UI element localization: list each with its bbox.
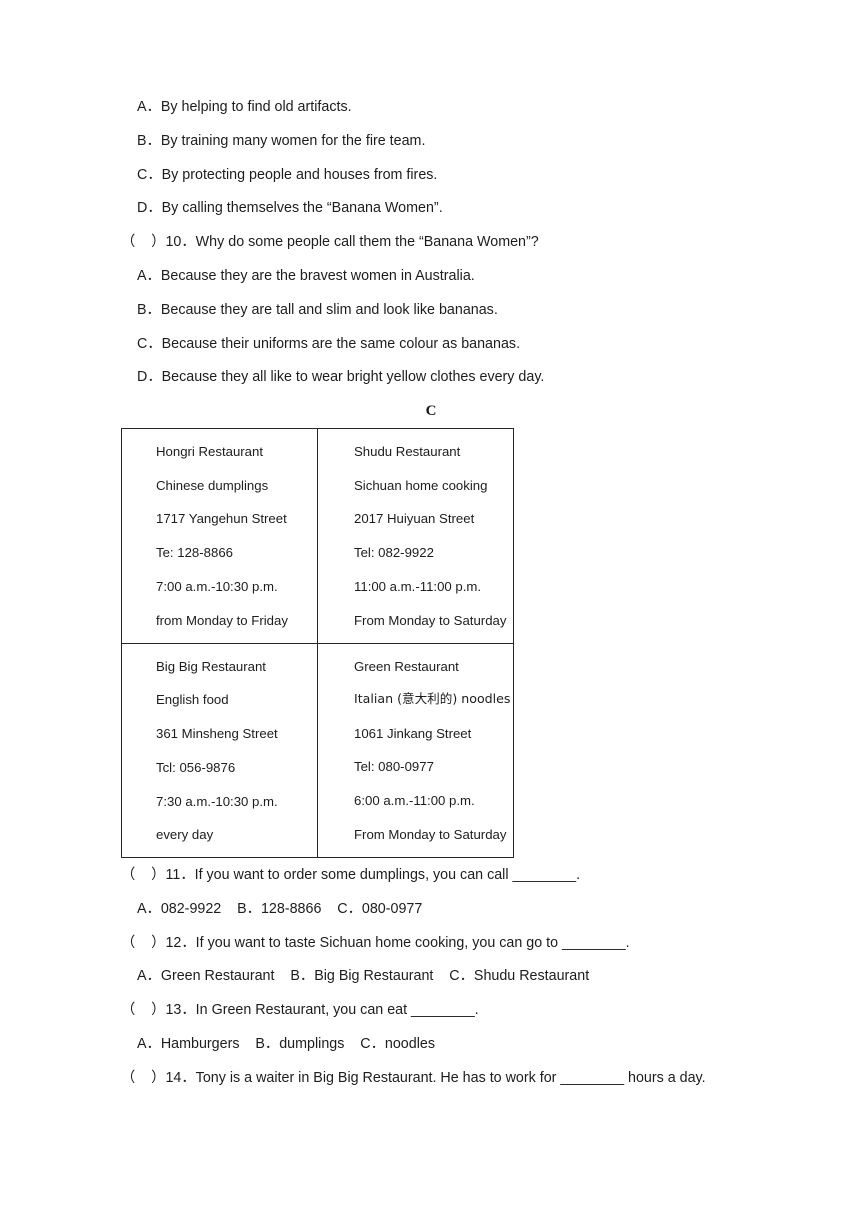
restaurant-phone: Te: 128-8866: [156, 545, 233, 561]
option-line: A．Because they are the bravest women in …: [137, 267, 475, 284]
option-line: B．By training many women for the fire te…: [137, 132, 426, 149]
restaurant-phone: Tcl: 056-9876: [156, 759, 236, 775]
restaurant-hours: 11:00 a.m.-11:00 p.m.: [354, 578, 482, 594]
restaurant-hours: 7:00 a.m.-10:30 p.m.: [156, 578, 278, 594]
option-line: D．Because they all like to wear bright y…: [137, 369, 545, 386]
restaurant-cuisine: English food: [156, 692, 229, 708]
restaurant-hours: 7:30 a.m.-10:30 p.m.: [156, 793, 278, 809]
question-10-stem: （ ）10．Why do some people call them the “…: [121, 234, 539, 251]
question-14-stem: （ ）14．Tony is a waiter in Big Big Restau…: [121, 1069, 706, 1086]
restaurant-hours: 6:00 a.m.-11:00 p.m.: [354, 792, 475, 808]
option-line: C．Because their uniforms are the same co…: [137, 335, 521, 352]
restaurant-days: From Monday to Saturday: [354, 612, 507, 628]
option-line: A．By helping to find old artifacts.: [137, 99, 352, 115]
restaurant-phone: Tel: 080-0977: [354, 759, 434, 775]
restaurant-days: From Monday to Saturday: [354, 826, 507, 842]
option-line: B．Because they are tall and slim and loo…: [137, 301, 498, 318]
restaurant-name: Big Big Restaurant: [156, 658, 266, 674]
restaurant-name: Green Restaurant: [354, 658, 459, 674]
restaurant-phone: Tel: 082-9922: [354, 545, 434, 561]
document-page: A．By helping to find old artifacts. B．By…: [0, 0, 860, 1216]
restaurant-cuisine: Chinese dumplings: [156, 477, 269, 493]
restaurant-address: 1061 Jinkang Street: [354, 725, 472, 741]
questions-11-to-14: （ ）11．If you want to order some dumpling…: [121, 868, 781, 1105]
option-line: D．By calling themselves the “Banana Wome…: [137, 200, 443, 217]
table-cell-big-big-restaurant: Big Big Restaurant English food 361 Mins…: [121, 642, 318, 859]
restaurant-name: Hongri Restaurant: [156, 444, 264, 459]
restaurant-days: from Monday to Friday: [156, 612, 288, 628]
restaurant-name: Shudu Restaurant: [354, 444, 461, 459]
question-13-options: A．Hamburgers B．dumplings C．noodles: [137, 1035, 435, 1052]
restaurant-cuisine: Italian (意大利的) noodles: [354, 691, 511, 707]
restaurant-address: 1717 Yangehun Street: [156, 511, 287, 527]
question-11-options: A．082-9922 B．128-8866 C．080-0977: [137, 900, 423, 917]
question-12-options: A．Green Restaurant B．Big Big Restaurant …: [137, 968, 590, 985]
restaurant-days: every day: [156, 827, 214, 843]
table-cell-shudu-restaurant: Shudu Restaurant Sichuan home cooking 20…: [317, 428, 514, 644]
option-line: C．By protecting people and houses from f…: [137, 166, 438, 183]
question-11-stem: （ ）11．If you want to order some dumpling…: [121, 867, 581, 883]
table-row: Big Big Restaurant English food 361 Mins…: [121, 642, 514, 859]
table-cell-hongri-restaurant: Hongri Restaurant Chinese dumplings 1717…: [121, 428, 318, 644]
restaurant-address: 2017 Huiyuan Street: [354, 511, 475, 527]
section-letter-heading: C: [425, 403, 437, 419]
document-content: A．By helping to find old artifacts. B．By…: [121, 99, 761, 1085]
table-row: Hongri Restaurant Chinese dumplings 1717…: [121, 428, 514, 644]
restaurant-table: Hongri Restaurant Chinese dumplings 1717…: [121, 428, 514, 859]
restaurant-address: 361 Minsheng Street: [156, 726, 278, 742]
question-13-stem: （ ）13．In Green Restaurant, you can eat _…: [121, 1002, 479, 1019]
restaurant-cuisine: Sichuan home cooking: [354, 477, 488, 493]
table-cell-green-restaurant: Green Restaurant Italian (意大利的) noodles …: [317, 642, 514, 859]
question-12-stem: （ ）12．If you want to taste Sichuan home …: [121, 934, 630, 951]
